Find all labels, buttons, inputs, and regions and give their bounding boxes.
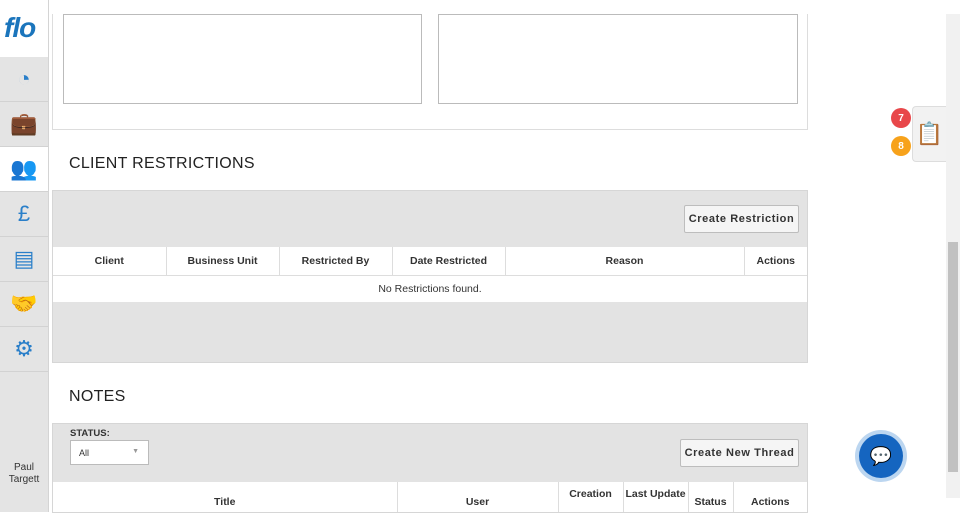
textarea-left[interactable] xyxy=(63,14,422,104)
nav-documents[interactable]: ▤ xyxy=(0,237,48,282)
badge-red[interactable]: 7 xyxy=(891,108,911,128)
chat-bubble-icon: 💬 xyxy=(859,434,903,478)
badge-orange[interactable]: 8 xyxy=(891,136,911,156)
col-actions[interactable]: Actions xyxy=(733,482,807,512)
status-label: STATUS: xyxy=(70,428,110,439)
col-actions[interactable]: Actions xyxy=(744,247,807,275)
speedometer-icon: ◔ xyxy=(17,66,31,91)
handshake-icon: 🤝 xyxy=(10,291,38,316)
col-date-restricted[interactable]: Date Restricted xyxy=(392,247,506,275)
notes-heading: NOTES xyxy=(69,388,126,405)
tasks-tab[interactable]: 📋 xyxy=(912,106,946,162)
document-icon: ▤ xyxy=(13,246,35,271)
create-new-thread-button[interactable]: Create New Thread xyxy=(680,439,799,467)
notes-panel: STATUS: All ▼ Create New Thread Title Us… xyxy=(52,423,808,513)
client-restrictions-heading: CLIENT RESTRICTIONS xyxy=(69,155,255,172)
nav-finance[interactable]: £ xyxy=(0,192,48,237)
flo-logo[interactable]: flo xyxy=(0,0,48,57)
pound-icon: £ xyxy=(17,201,31,226)
people-icon: 👥 xyxy=(10,156,38,181)
col-client[interactable]: Client xyxy=(53,247,167,275)
gears-icon: ⚙ xyxy=(14,336,34,361)
main-content: CLIENT RESTRICTIONS Create Restriction C… xyxy=(52,0,808,513)
empty-message: No Restrictions found. xyxy=(53,274,807,302)
col-creation[interactable]: Creation xyxy=(558,482,624,512)
col-reason[interactable]: Reason xyxy=(505,247,745,275)
restrictions-panel: Create Restriction Client Business Unit … xyxy=(52,190,808,363)
nav-settings[interactable]: ⚙ xyxy=(0,327,48,372)
scrollbar-thumb[interactable] xyxy=(948,242,958,472)
status-value: All xyxy=(79,448,90,458)
nav-clients[interactable]: 👥 xyxy=(0,147,48,192)
text-areas-box xyxy=(52,14,808,130)
create-restriction-button[interactable]: Create Restriction xyxy=(684,205,799,233)
nav-deals[interactable]: 🤝 xyxy=(0,282,48,327)
clipboard-checklist-icon: 📋 xyxy=(915,121,944,146)
restrictions-table: Client Business Unit Restricted By Date … xyxy=(53,247,807,302)
col-business-unit[interactable]: Business Unit xyxy=(166,247,280,275)
nav-jobs[interactable]: 💼 xyxy=(0,102,48,147)
col-last-update[interactable]: Last Update xyxy=(623,482,689,512)
col-title[interactable]: Title xyxy=(53,482,398,512)
col-restricted-by[interactable]: Restricted By xyxy=(279,247,393,275)
textarea-right[interactable] xyxy=(438,14,798,104)
user-name[interactable]: Paul Targett xyxy=(0,462,48,486)
status-select[interactable]: All ▼ xyxy=(70,440,149,465)
scrollbar[interactable] xyxy=(946,14,960,498)
briefcase-icon: 💼 xyxy=(10,111,38,136)
chevron-down-icon: ▼ xyxy=(132,448,139,455)
col-status[interactable]: Status xyxy=(688,482,734,512)
notes-table: Title User Creation Last Update Status A… xyxy=(53,482,807,512)
col-user[interactable]: User xyxy=(397,482,559,512)
nav-dashboard[interactable]: ◔ xyxy=(0,57,48,102)
chat-button[interactable]: 💬 xyxy=(855,430,907,482)
sidebar: flo ◔ 💼 👥 £ ▤ 🤝 ⚙ Paul Targett xyxy=(0,0,49,512)
